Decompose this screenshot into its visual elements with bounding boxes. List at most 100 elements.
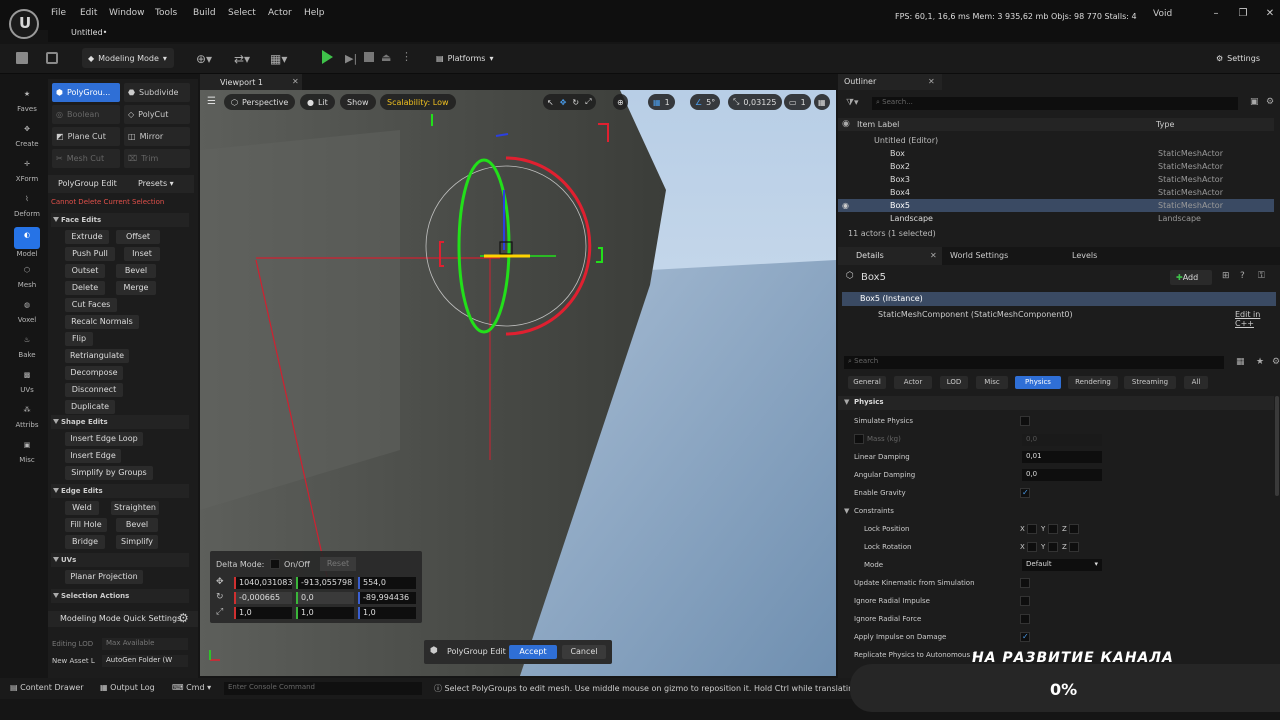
world-local-button[interactable]: ⊕: [613, 94, 628, 110]
settings-button[interactable]: ⚙ Settings: [1210, 48, 1276, 68]
polygroup-edit-tool[interactable]: ⬢ PolyGrou...: [52, 83, 120, 102]
disconnect-button[interactable]: Disconnect: [65, 383, 123, 397]
rotate-icon[interactable]: ↻: [572, 98, 579, 107]
eject-icon[interactable]: ⏏: [381, 51, 391, 64]
lock-rot-y-checkbox[interactable]: [1048, 542, 1058, 552]
flip-button[interactable]: Flip: [65, 332, 93, 346]
menu-build[interactable]: Build: [193, 8, 216, 18]
move-icon[interactable]: ✥: [560, 98, 567, 107]
content-browser-icon[interactable]: [46, 52, 58, 64]
boolean-tool[interactable]: ◎ Boolean: [52, 105, 120, 124]
duplicate-button[interactable]: Duplicate: [65, 400, 115, 414]
mode-deform[interactable]: ⌇ Deform: [8, 192, 46, 224]
accept-button[interactable]: Accept: [509, 645, 557, 659]
cut-faces-button[interactable]: Cut Faces: [65, 298, 117, 312]
bridge-button[interactable]: Bridge: [65, 535, 105, 549]
outliner-root[interactable]: Untitled (Editor): [838, 134, 1274, 147]
modeling-mode-dropdown[interactable]: ◆ Modeling Mode ▾: [82, 48, 174, 68]
viewport-tab[interactable]: Viewport 1 ✕: [200, 74, 302, 90]
scale-snap-button[interactable]: ⤡ 0,03125: [728, 94, 782, 110]
polycut-tool[interactable]: ◇ PolyCut: [124, 105, 190, 124]
weld-button[interactable]: Weld: [65, 501, 99, 515]
offset-button[interactable]: Offset: [116, 230, 160, 244]
add-actor-icon[interactable]: ⊕▾: [196, 52, 212, 66]
presets-button[interactable]: Presets ▾: [138, 179, 174, 188]
inset-button[interactable]: Inset: [124, 247, 160, 261]
cinematics-icon[interactable]: ▦▾: [270, 52, 287, 66]
planar-projection-button[interactable]: Planar Projection: [65, 570, 143, 584]
push-pull-button[interactable]: Push Pull: [65, 247, 115, 261]
visibility-icon[interactable]: ◉: [842, 119, 850, 129]
mode-misc[interactable]: ▣ Misc: [8, 438, 46, 470]
lit-button[interactable]: ● Lit: [300, 94, 335, 110]
retriangulate-button[interactable]: Retriangulate: [65, 349, 129, 363]
ignore-radial-impulse-checkbox[interactable]: [1020, 596, 1030, 606]
uvs-section[interactable]: UVs: [51, 553, 189, 567]
decompose-button[interactable]: Decompose: [65, 366, 123, 380]
mode-mesh[interactable]: ⬡ Mesh: [8, 263, 46, 295]
details-search[interactable]: ⌕ Search: [844, 356, 1224, 369]
delete-button[interactable]: Delete: [65, 281, 105, 295]
chevron-down-icon[interactable]: ▼: [844, 507, 849, 515]
minimize-icon[interactable]: –: [1208, 8, 1224, 20]
filter-physics[interactable]: Physics: [1015, 376, 1061, 389]
transform-tools[interactable]: ↖ ✥ ↻ ⤢: [543, 94, 596, 110]
unreal-logo-icon[interactable]: U: [9, 9, 39, 39]
advance-frame-icon[interactable]: ▶|: [345, 52, 357, 65]
output-log-button[interactable]: ▦ Output Log: [100, 683, 155, 692]
mode-voxel[interactable]: ◍ Voxel: [8, 298, 46, 330]
add-component-button[interactable]: ✚Add: [1170, 270, 1212, 285]
play-options-icon[interactable]: ⋮: [401, 50, 412, 63]
cmd-dropdown[interactable]: ⌨ Cmd ▾: [172, 683, 211, 692]
camera-speed-button[interactable]: ▭ 1: [784, 94, 811, 110]
lock-rot-z-checkbox[interactable]: [1069, 542, 1079, 552]
mesh-cut-tool[interactable]: ✂ Mesh Cut: [52, 149, 120, 168]
shape-edits-section[interactable]: Shape Edits: [51, 415, 189, 429]
document-tab[interactable]: Untitled•: [71, 28, 107, 37]
lock-rot-x-checkbox[interactable]: [1027, 542, 1037, 552]
face-edits-section[interactable]: Face Edits: [51, 213, 189, 227]
outliner-row[interactable]: Landscape Landscape: [838, 212, 1274, 225]
details-scrollbar[interactable]: [1275, 396, 1279, 496]
show-button[interactable]: Show: [340, 94, 376, 110]
reset-button[interactable]: Reset: [320, 557, 356, 571]
blueprint-icon[interactable]: ⇄▾: [234, 52, 250, 66]
close-icon[interactable]: ✕: [928, 77, 935, 86]
outliner-row-selected[interactable]: ◉ Box5 StaticMeshActor: [838, 199, 1274, 212]
mode-faves[interactable]: ★ Faves: [8, 87, 46, 119]
save-icon[interactable]: [16, 52, 28, 64]
simulate-physics-checkbox[interactable]: [1020, 416, 1030, 426]
menu-file[interactable]: File: [51, 8, 66, 18]
filter-all[interactable]: All: [1184, 376, 1208, 389]
straighten-button[interactable]: Straighten: [111, 501, 159, 515]
platforms-button[interactable]: ▤ Platforms ▾: [430, 48, 496, 68]
lock-pos-z-checkbox[interactable]: [1069, 524, 1079, 534]
delta-mode-checkbox[interactable]: [270, 559, 280, 569]
filter-rendering[interactable]: Rendering: [1068, 376, 1118, 389]
mode-uvs[interactable]: ▩ UVs: [8, 368, 46, 400]
table-view-icon[interactable]: ▦: [1236, 357, 1245, 367]
item-label-header[interactable]: Item Label: [857, 120, 899, 129]
component-row[interactable]: StaticMeshComponent (StaticMeshComponent…: [878, 310, 1073, 319]
gear-icon[interactable]: ⚙: [1272, 357, 1280, 367]
new-asset-dropdown[interactable]: AutoGen Folder (W: [102, 655, 188, 667]
insert-edge-loop-button[interactable]: Insert Edge Loop: [65, 432, 143, 446]
update-kinematic-checkbox[interactable]: [1020, 578, 1030, 588]
filter-actor[interactable]: Actor: [894, 376, 932, 389]
outliner-row[interactable]: Box StaticMeshActor: [838, 147, 1274, 160]
lock-pos-x-checkbox[interactable]: [1027, 524, 1037, 534]
editing-lod-dropdown[interactable]: Max Available: [102, 638, 188, 650]
enable-gravity-checkbox[interactable]: [1020, 488, 1030, 498]
scale-icon[interactable]: ⤢: [585, 97, 591, 107]
close-icon[interactable]: ✕: [930, 251, 937, 260]
layout-button[interactable]: ▦: [814, 94, 830, 110]
blueprint-icon[interactable]: ⊞: [1222, 271, 1230, 281]
simplify-button[interactable]: Simplify: [116, 535, 158, 549]
type-header[interactable]: Type: [1156, 120, 1174, 129]
linear-damping-field[interactable]: 0,01: [1022, 451, 1102, 463]
constraint-mode-dropdown[interactable]: Default ▾: [1022, 559, 1102, 571]
mass-override-checkbox[interactable]: [854, 434, 864, 444]
mode-model[interactable]: ◐ Model: [8, 224, 46, 260]
mirror-tool[interactable]: ◫ Mirror: [124, 127, 190, 146]
cancel-button[interactable]: Cancel: [562, 645, 606, 659]
